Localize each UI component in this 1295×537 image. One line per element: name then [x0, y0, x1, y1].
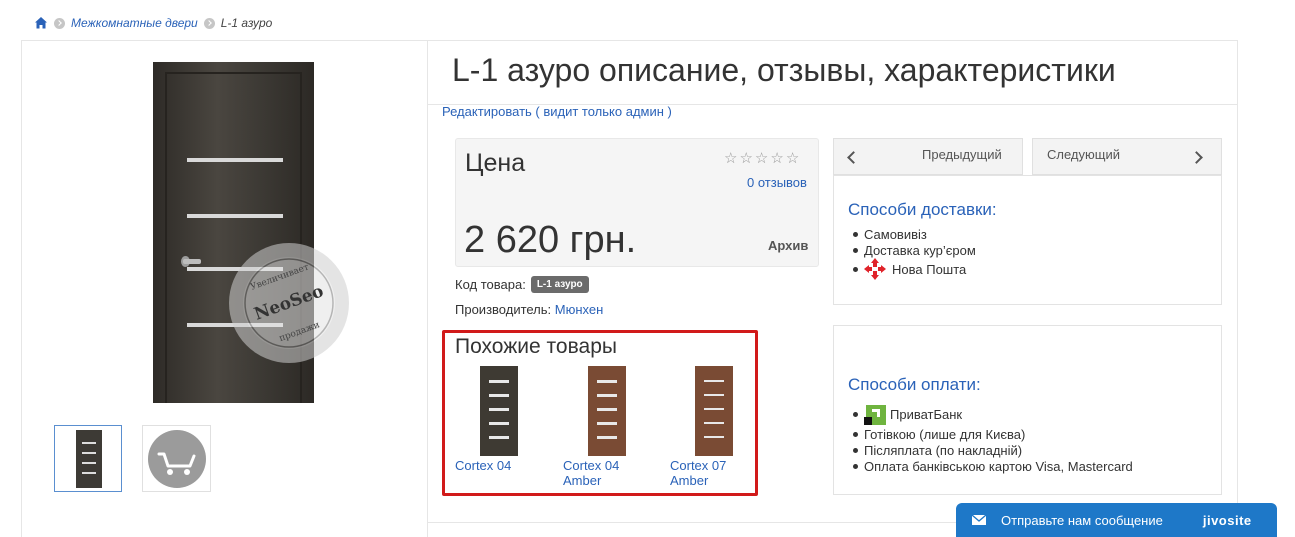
list-item: Самовивіз — [847, 226, 976, 242]
list-item: Доставка кур’єром — [847, 242, 976, 258]
star-icon[interactable]: ☆ — [724, 150, 739, 167]
star-icon[interactable]: ☆ — [770, 150, 785, 167]
delivery-item: Доставка кур’єром — [864, 242, 976, 258]
payment-title: Способи оплати: — [848, 375, 981, 394]
prev-label: Предыдущий — [922, 147, 1002, 162]
similar-product-name[interactable]: Cortex 04 Amber — [563, 458, 633, 488]
payment-box: Способи оплати: ПриватБанк Готівкою (лиш… — [833, 325, 1222, 495]
delivery-item: Самовивіз — [864, 226, 927, 242]
price-value: 2 620 грн. — [464, 219, 637, 261]
chat-widget-button[interactable]: Отправьте нам сообщение jivosite — [956, 503, 1277, 537]
next-label: Следующий — [1047, 147, 1120, 162]
thumbnail-cart[interactable] — [142, 425, 211, 492]
chat-brand: jivosite — [1202, 512, 1252, 528]
edit-link[interactable]: Редактировать ( видит только админ ) — [442, 104, 672, 119]
star-icon[interactable]: ☆ — [786, 150, 801, 167]
similar-product-name[interactable]: Cortex 04 — [455, 458, 511, 473]
payment-item: ПриватБанк — [890, 406, 963, 422]
list-item: Оплата банківською картою Visa, Masterca… — [847, 458, 1133, 474]
delivery-title: Способи доставки: — [848, 200, 997, 219]
delivery-item: Нова Пошта — [892, 261, 967, 277]
prev-product-button[interactable]: Предыдущий — [833, 138, 1023, 175]
similar-product-name[interactable]: Cortex 07 Amber — [670, 458, 740, 488]
reviews-link[interactable]: 0 отзывов — [747, 175, 807, 190]
payment-list: ПриватБанк Готівкою (лише для Києва) Піс… — [847, 402, 1133, 474]
maker-label: Производитель: — [455, 302, 552, 317]
next-product-button[interactable]: Следующий — [1032, 138, 1222, 175]
list-item: Післяплата (по накладній) — [847, 442, 1133, 458]
cart-icon — [157, 452, 196, 475]
list-item: Нова Пошта — [847, 258, 976, 280]
maker-link[interactable]: Мюнхен — [555, 302, 604, 317]
page-title: L-1 азуро описание, отзывы, характеристи… — [452, 52, 1116, 88]
star-icon[interactable]: ☆ — [739, 150, 754, 167]
similar-product-image[interactable] — [695, 366, 733, 456]
sku-row: Код товара: L-1 азуро — [455, 276, 589, 293]
maker-row: Производитель: Мюнхен — [455, 302, 603, 317]
payment-item: Оплата банківською картою Visa, Masterca… — [864, 458, 1133, 474]
nova-poshta-icon — [864, 258, 886, 280]
delivery-box: Способи доставки: Самовивіз Доставка кур… — [833, 175, 1222, 305]
breadcrumb-current: L-1 азуро — [220, 16, 273, 30]
similar-products-title: Похожие товары — [455, 335, 617, 358]
privatbank-icon — [864, 405, 886, 425]
chevron-right-icon — [1190, 151, 1203, 164]
divider — [427, 41, 428, 537]
chevron-right-icon — [54, 17, 65, 29]
breadcrumb-category[interactable]: Межкомнатные двери — [71, 16, 198, 30]
delivery-list: Самовивіз Доставка кур’єром Нова Пошта — [847, 226, 976, 280]
similar-product-image[interactable] — [588, 366, 626, 456]
status-badge: Архив — [768, 238, 809, 253]
watermark-stamp: Увеличивает NeoSeo продажи — [229, 243, 349, 363]
chat-text: Отправьте нам сообщение — [1001, 512, 1163, 528]
chevron-right-icon — [203, 17, 215, 29]
chevron-left-icon — [847, 151, 860, 164]
breadcrumb: Межкомнатные двери L-1 азуро — [34, 14, 272, 32]
home-icon — [35, 17, 47, 29]
sku-label: Код товара: — [455, 277, 526, 292]
payment-item: Післяплата (по накладній) — [864, 442, 1023, 458]
star-icon[interactable]: ☆ — [755, 150, 770, 167]
similar-product-image[interactable] — [480, 366, 518, 456]
thumbnail-door[interactable] — [54, 425, 122, 492]
list-item: Готівкою (лише для Києва) — [847, 426, 1133, 442]
payment-item: Готівкою (лише для Києва) — [864, 426, 1026, 442]
breadcrumb-home[interactable] — [34, 16, 48, 30]
envelope-icon — [972, 515, 986, 525]
list-item: ПриватБанк — [847, 402, 1133, 426]
sku-badge: L-1 азуро — [530, 276, 589, 293]
price-label: Цена — [465, 149, 526, 177]
rating-stars[interactable]: ☆☆☆☆☆ — [724, 149, 801, 167]
